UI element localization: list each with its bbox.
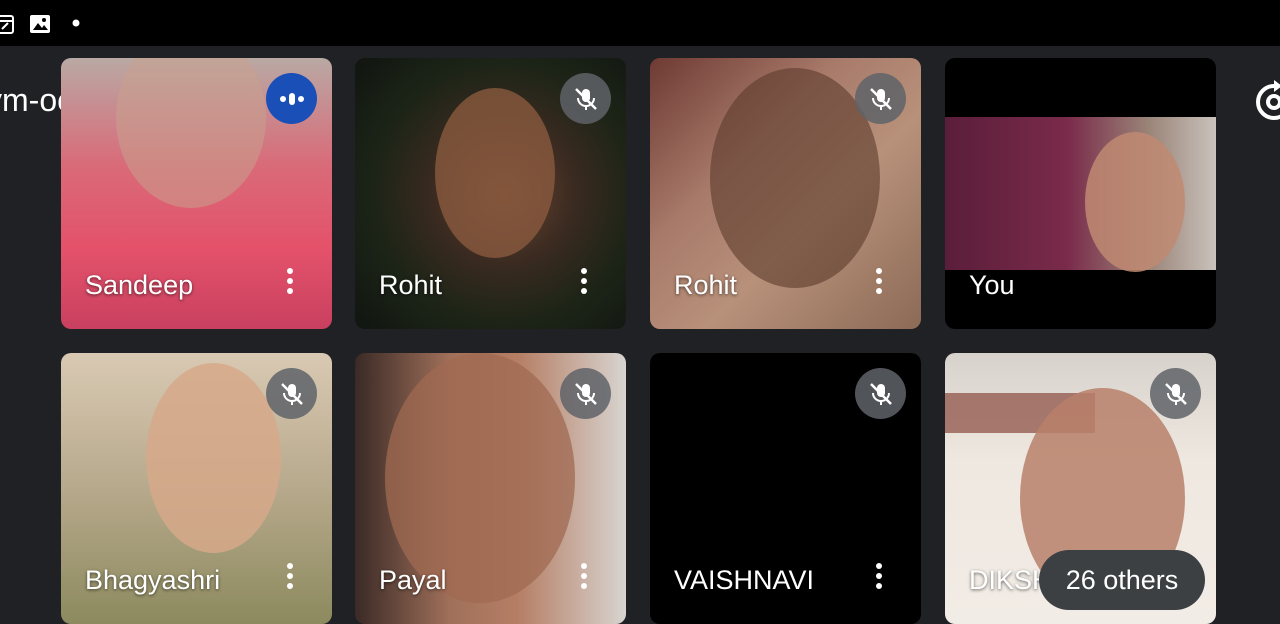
rotate-camera-icon[interactable] xyxy=(1254,80,1280,124)
more-options-icon[interactable] xyxy=(869,264,889,304)
participant-tile[interactable]: Payal xyxy=(355,353,626,624)
participant-name: Rohit xyxy=(379,270,443,300)
others-button[interactable]: 26 others xyxy=(1039,550,1205,610)
more-options-icon[interactable] xyxy=(869,559,889,599)
participant-tile[interactable]: Bhagyashri xyxy=(61,353,332,624)
participant-video xyxy=(435,88,555,258)
more-options-icon[interactable] xyxy=(280,264,300,304)
participant-tile[interactable]: VAISHNAVI xyxy=(650,353,921,624)
calendar-icon xyxy=(0,15,14,34)
mic-off-icon xyxy=(855,368,906,419)
participant-name: VAISHNAVI xyxy=(674,565,815,595)
image-icon xyxy=(30,15,50,33)
participant-name: Rohit xyxy=(674,270,738,300)
participant-video xyxy=(116,58,266,208)
mic-off-icon xyxy=(560,368,611,419)
self-video xyxy=(945,117,1216,272)
mic-off-icon xyxy=(1150,368,1201,419)
participant-name: You xyxy=(969,270,1015,300)
mic-off-icon xyxy=(560,73,611,124)
speaking-indicator-icon xyxy=(266,73,317,124)
mic-off-icon xyxy=(266,368,317,419)
dot-icon xyxy=(72,19,80,27)
more-options-icon[interactable] xyxy=(574,264,594,304)
mic-off-icon xyxy=(855,73,906,124)
more-options-icon[interactable] xyxy=(280,559,300,599)
participant-video xyxy=(146,363,281,553)
more-options-icon[interactable] xyxy=(574,559,594,599)
participant-tile[interactable]: Sandeep xyxy=(61,58,332,329)
participant-tile-self[interactable]: You xyxy=(945,58,1216,329)
participant-name: Payal xyxy=(379,565,447,595)
participant-tile[interactable]: Rohit xyxy=(355,58,626,329)
status-bar xyxy=(0,0,1280,46)
participant-name: Sandeep xyxy=(85,270,194,300)
participant-tile[interactable]: Rohit xyxy=(650,58,921,329)
participant-name: Bhagyashri xyxy=(85,565,221,595)
